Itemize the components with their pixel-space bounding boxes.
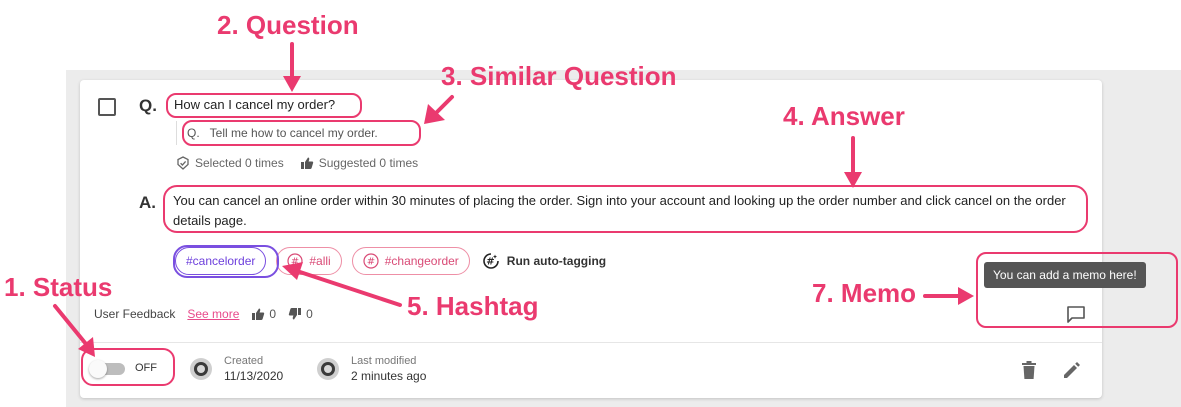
annotation-similar-question: 3. Similar Question	[441, 61, 677, 91]
card-footer-divider	[80, 342, 1102, 343]
annotation-memo: 7. Memo	[812, 278, 917, 308]
hashtag-chip-label: #changeorder	[384, 254, 459, 268]
modified-label: Last modified	[351, 355, 417, 367]
thumbs-up-count-value: 0	[269, 307, 277, 321]
question-stats: Selected 0 times Suggested 0 times	[176, 156, 418, 170]
created-value: 11/13/2020	[224, 369, 284, 383]
select-checkbox[interactable]	[98, 98, 116, 116]
thumbs-down-count[interactable]: 0	[288, 307, 313, 321]
selected-stat: Selected 0 times	[176, 156, 284, 170]
hashtag-icon: #	[287, 253, 303, 269]
thumbs-up-icon	[300, 157, 313, 169]
svg-text:#: #	[486, 257, 494, 268]
run-auto-tagging-label: Run auto-tagging	[506, 254, 607, 268]
memo-highlight-box	[976, 252, 1178, 328]
suggested-stat: Suggested 0 times	[300, 156, 418, 170]
question-highlight-box	[166, 93, 362, 118]
hashtag-chip[interactable]: # #alli	[276, 247, 342, 275]
modified-value: 2 minutes ago	[351, 369, 427, 383]
suggested-stat-text: Suggested 0 times	[318, 156, 419, 170]
hashtag-icon: #	[363, 253, 379, 269]
thumbs-up-icon	[252, 308, 265, 320]
thumbs-down-count-value: 0	[306, 307, 313, 321]
annotation-answer: 4. Answer	[783, 101, 905, 131]
see-more-link[interactable]: See more	[187, 307, 239, 321]
modified-info: Last modified 2 minutes ago	[317, 354, 426, 384]
selected-stat-text: Selected 0 times	[195, 156, 284, 170]
annotation-question: 2. Question	[217, 10, 359, 40]
answer-prefix: A.	[139, 193, 156, 212]
auto-tag-icon: #	[483, 253, 499, 269]
trash-icon[interactable]	[1021, 360, 1037, 380]
run-auto-tagging-button[interactable]: # Run auto-tagging	[482, 252, 606, 270]
creator-avatar	[190, 358, 212, 380]
modifier-avatar	[317, 358, 339, 380]
svg-text:#: #	[291, 257, 299, 268]
user-feedback: User Feedback See more 0 0	[94, 307, 313, 321]
annotation-hashtag: 5. Hashtag	[407, 291, 539, 321]
edit-pencil-icon[interactable]	[1062, 360, 1082, 380]
answer-highlight-box	[163, 185, 1088, 233]
annotation-status: 1. Status	[4, 272, 113, 302]
created-label: Created	[224, 355, 264, 367]
thumbs-down-icon	[288, 308, 302, 320]
thumbs-up-count[interactable]: 0	[251, 307, 276, 321]
status-highlight-box	[81, 348, 175, 386]
user-feedback-label: User Feedback	[94, 307, 176, 321]
hashtag-highlight-box	[173, 245, 279, 278]
hashtag-chip[interactable]: # #changeorder	[351, 247, 470, 275]
svg-text:#: #	[367, 257, 375, 268]
similar-question-highlight-box	[182, 120, 421, 146]
check-badge-icon	[177, 156, 189, 170]
question-prefix: Q.	[139, 96, 157, 115]
created-info: Created 11/13/2020	[190, 354, 283, 384]
hashtag-chip-label: #alli	[309, 254, 331, 268]
